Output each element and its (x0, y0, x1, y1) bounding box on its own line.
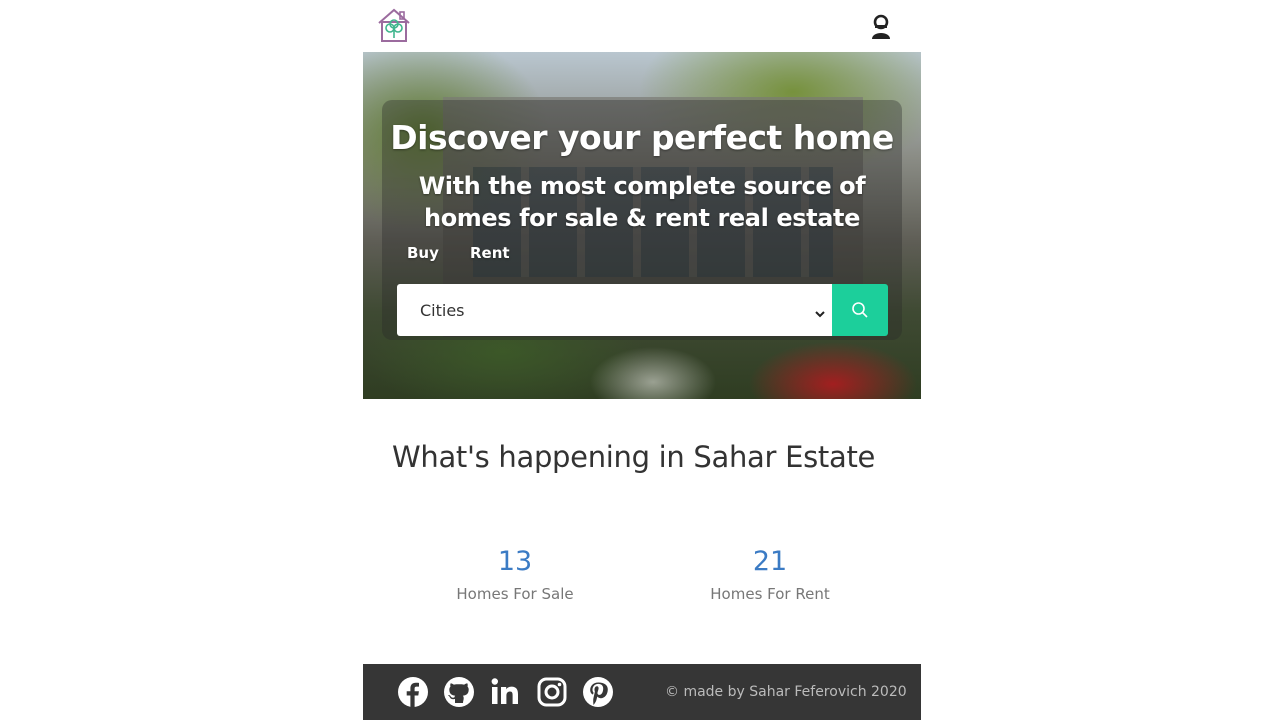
app-container: Discover your perfect home With the most… (363, 0, 921, 720)
instagram-icon[interactable] (536, 676, 568, 708)
hero-subtitle: With the most complete source of homes f… (363, 170, 921, 234)
hero-subtitle-line2: homes for sale & rent real estate (424, 204, 860, 232)
tab-rent[interactable]: Rent (470, 244, 510, 262)
facebook-icon[interactable] (397, 676, 429, 708)
stat-label: Homes For Sale (456, 585, 574, 603)
hero-title: Discover your perfect home (390, 118, 894, 157)
header (363, 0, 921, 52)
stat-homes-for-rent: 21 Homes For Rent (690, 545, 850, 603)
copyright-text: © made by Sahar Feferovich 2020 (665, 684, 907, 700)
stat-label: Homes For Rent (710, 585, 830, 603)
tab-buy[interactable]: Buy (407, 244, 439, 262)
linkedin-icon[interactable] (489, 676, 521, 708)
house-logo-icon[interactable] (375, 6, 413, 44)
stat-number: 13 (497, 546, 533, 577)
stat-homes-for-sale: 13 Homes For Sale (435, 545, 595, 603)
city-select-value: Cities (420, 301, 465, 320)
search-icon (851, 301, 869, 319)
hero-banner: Discover your perfect home With the most… (363, 52, 921, 399)
footer: © made by Sahar Feferovich 2020 (363, 664, 921, 720)
chevron-down-icon (814, 304, 826, 318)
github-icon[interactable] (443, 676, 475, 708)
stat-number: 21 (752, 546, 788, 577)
section-title: What's happening in Sahar Estate (392, 440, 876, 474)
pinterest-icon[interactable] (582, 676, 614, 708)
hero-subtitle-line1: With the most complete source of (418, 172, 866, 200)
search-button[interactable] (832, 284, 888, 336)
city-select[interactable]: Cities (397, 284, 832, 336)
user-icon[interactable] (869, 14, 893, 40)
